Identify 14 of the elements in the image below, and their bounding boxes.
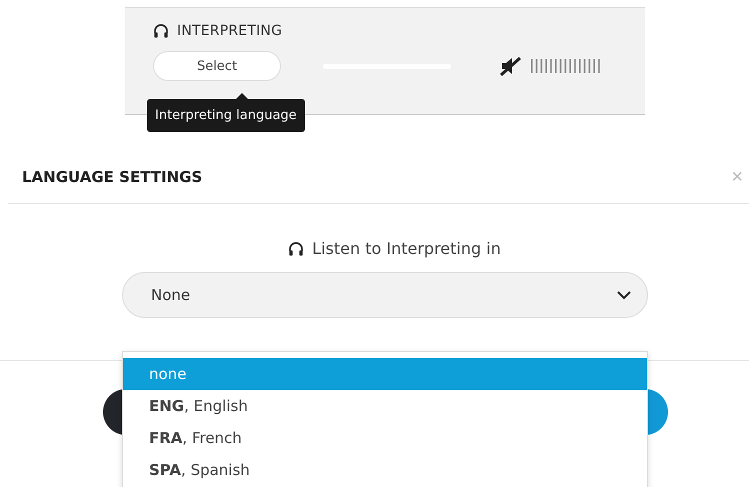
tooltip: Interpreting language	[147, 99, 305, 132]
level-meter-icon	[531, 59, 603, 73]
dropdown-option[interactable]: SPA, Spanish	[123, 454, 647, 486]
chevron-icon	[617, 290, 631, 300]
dropdown-option[interactable]: ENG, English	[123, 390, 647, 422]
panel-title: INTERPRETING	[177, 23, 282, 39]
muted-speaker-icon[interactable]	[499, 56, 523, 76]
dropdown-option[interactable]: FRA, French	[123, 422, 647, 454]
headphones-icon	[153, 23, 169, 39]
dialog-title: LANGUAGE SETTINGS	[22, 168, 202, 186]
select-button[interactable]: Select	[153, 51, 281, 81]
language-select[interactable]: None	[122, 272, 648, 318]
headphones-icon	[288, 240, 304, 256]
prompt-label: Listen to Interpreting in	[312, 239, 501, 258]
